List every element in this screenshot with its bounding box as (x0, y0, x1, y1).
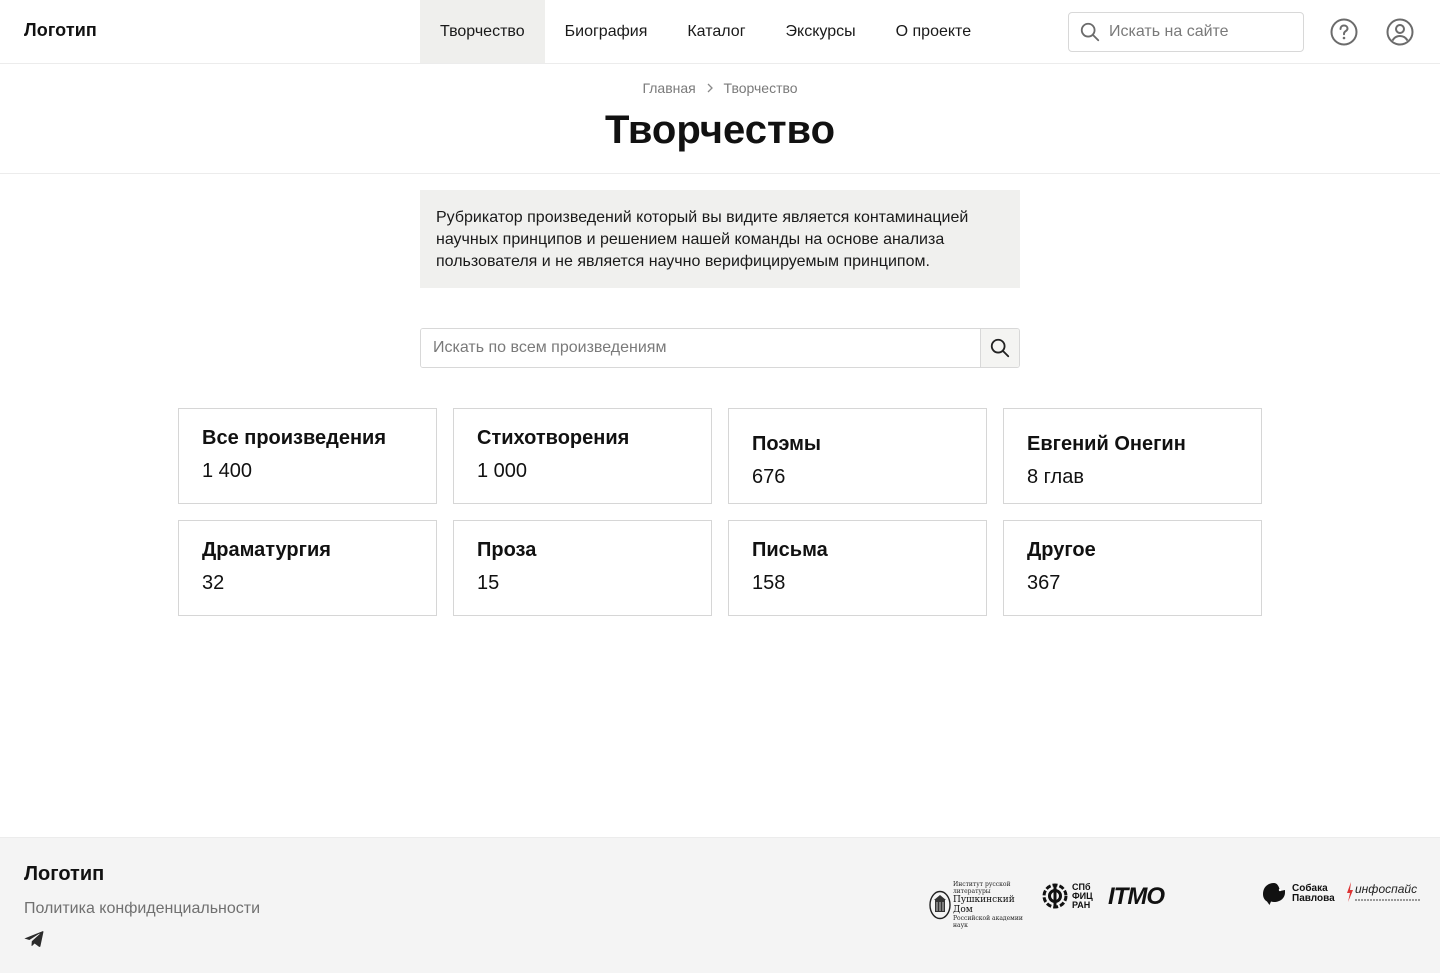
user-circle-icon[interactable] (1386, 18, 1414, 46)
dog-head-icon (1263, 883, 1285, 905)
partner-spb-line3: РАН (1072, 899, 1091, 910)
telegram-icon[interactable] (24, 930, 44, 948)
category-count: 676 (752, 466, 786, 488)
partner-sobaka-line2: Павлова (1292, 893, 1335, 904)
category-count: 367 (1027, 572, 1061, 594)
category-card-all[interactable]: Все произведения 1 400 (178, 408, 437, 504)
category-count: 15 (477, 572, 500, 594)
lightning-icon (1347, 882, 1353, 902)
site-search-box[interactable] (1068, 12, 1304, 52)
main-nav: Творчество Биография Каталог Экскурсы О … (420, 0, 991, 63)
category-card-prose[interactable]: Проза 15 (453, 520, 712, 616)
page-title: Творчество (604, 108, 836, 152)
works-search-input[interactable] (421, 329, 980, 367)
partner-pushkin-house[interactable]: Институт русской литературы Пушкинский Д… (929, 881, 1029, 929)
works-search-box (420, 328, 1020, 368)
itmo-logo-icon: ITMO (1108, 884, 1166, 908)
category-card-poems-short[interactable]: Стихотворения 1 000 (453, 408, 712, 504)
nav-item-biografiya[interactable]: Биография (545, 0, 668, 63)
partner-pushkin-line1: Институт русской литературы (953, 881, 1011, 895)
pushkin-house-emblem-icon (929, 890, 951, 920)
category-count: 1 400 (202, 460, 253, 482)
category-card-drama[interactable]: Драматургия 32 (178, 520, 437, 616)
category-card-letters[interactable]: Письма 158 (728, 520, 987, 616)
category-count: 158 (752, 572, 786, 594)
spb-fic-emblem-icon (1042, 883, 1068, 909)
footer-logo[interactable]: Логотип (24, 863, 104, 886)
breadcrumb-current: Творчество (723, 80, 798, 96)
site-search-input[interactable] (1109, 23, 1289, 41)
title-area: Главная Творчество Творчество (0, 64, 1440, 174)
nav-item-ekskursy[interactable]: Экскурсы (766, 0, 876, 63)
category-title: Поэмы (752, 433, 821, 455)
category-title: Стихотворения (477, 427, 630, 449)
breadcrumb-home[interactable]: Главная (642, 80, 695, 96)
category-title: Евгений Онегин (1027, 433, 1186, 455)
category-card-other[interactable]: Другое 367 (1003, 520, 1262, 616)
breadcrumb: Главная Творчество (0, 80, 1440, 96)
category-title: Другое (1027, 539, 1096, 561)
category-count: 32 (202, 572, 225, 594)
partner-sobaka-pavlova[interactable]: Собака Павлова (1262, 882, 1335, 906)
partner-pushkin-line3: Российской академии наук (953, 915, 1023, 929)
chevron-right-icon (706, 80, 714, 96)
header-logo[interactable]: Логотип (24, 20, 97, 41)
category-card-poemy[interactable]: Поэмы 676 (728, 408, 987, 504)
privacy-policy-link[interactable]: Политика конфиденциальности (24, 900, 260, 918)
category-count: 8 глав (1027, 466, 1084, 488)
nav-item-o-proekte[interactable]: О проекте (876, 0, 991, 63)
partner-infospace[interactable]: инфоспайс (1346, 882, 1421, 902)
category-title: Все произведения (202, 427, 387, 449)
partner-infospace-name: инфоспайс (1355, 882, 1418, 896)
nav-item-tvorchestvo[interactable]: Творчество (420, 0, 545, 63)
partner-infospace-tagline (1355, 899, 1421, 901)
partner-spb-fic-ran[interactable]: СПб ФИЦ РАН (1042, 882, 1093, 910)
site-footer: Логотип Политика конфиденциальности Инст… (0, 837, 1440, 973)
category-title: Драматургия (202, 539, 331, 561)
rubricator-notice: Рубрикатор произведений который вы видит… (420, 190, 1020, 288)
partner-pushkin-line2: Пушкинский Дом (953, 895, 1015, 915)
nav-item-katalog[interactable]: Каталог (667, 0, 765, 63)
search-icon (1080, 22, 1100, 42)
partner-itmo[interactable]: ITMO (1108, 884, 1184, 908)
site-header: Логотип Творчество Биография Каталог Экс… (0, 0, 1440, 64)
category-title: Письма (752, 539, 828, 561)
svg-text:ITMO: ITMO (1108, 884, 1165, 908)
help-circle-icon[interactable] (1330, 18, 1358, 46)
works-search-button[interactable] (980, 329, 1019, 367)
category-card-onegin[interactable]: Евгений Онегин 8 глав (1003, 408, 1262, 504)
search-icon (990, 338, 1010, 358)
category-title: Проза (477, 539, 537, 561)
category-count: 1 000 (477, 460, 528, 482)
